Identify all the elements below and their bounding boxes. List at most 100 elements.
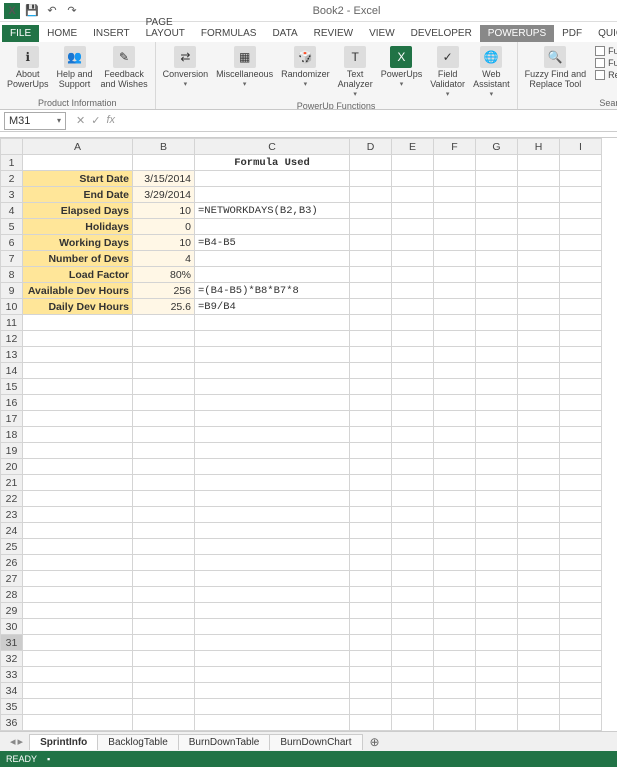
cell[interactable] [23, 523, 133, 539]
tab-data[interactable]: DATA [264, 25, 305, 42]
save-icon[interactable]: 💾 [24, 3, 40, 19]
sheet-tab-burndown-table[interactable]: BurnDownTable [178, 734, 271, 750]
cell[interactable] [133, 443, 195, 459]
cell[interactable] [392, 315, 434, 331]
cell[interactable] [560, 267, 602, 283]
cell[interactable] [392, 475, 434, 491]
cell[interactable] [350, 683, 392, 699]
cell[interactable] [195, 379, 350, 395]
cell[interactable] [476, 315, 518, 331]
text-analyzer-button[interactable]: TTextAnalyzer▾ [335, 44, 376, 100]
column-header-d[interactable]: D [350, 139, 392, 155]
cell[interactable] [392, 411, 434, 427]
cell[interactable] [133, 331, 195, 347]
cell[interactable] [392, 171, 434, 187]
fuzzy-vlookup-check[interactable]: Fuzzy VLOOKUP [595, 46, 617, 56]
row-header[interactable]: 6 [1, 235, 23, 251]
cell[interactable] [350, 155, 392, 171]
cell[interactable] [560, 283, 602, 299]
cell[interactable] [23, 539, 133, 555]
cell[interactable] [392, 715, 434, 731]
cell[interactable] [392, 491, 434, 507]
cell[interactable] [518, 443, 560, 459]
cell[interactable] [23, 555, 133, 571]
cell[interactable]: 10 [133, 235, 195, 251]
cell[interactable] [23, 475, 133, 491]
cell[interactable] [350, 427, 392, 443]
cell[interactable]: Working Days [23, 235, 133, 251]
cell[interactable] [195, 651, 350, 667]
cell[interactable] [195, 587, 350, 603]
cell[interactable] [133, 379, 195, 395]
cell[interactable] [195, 619, 350, 635]
cell[interactable] [560, 443, 602, 459]
tab-insert[interactable]: INSERT [85, 25, 138, 42]
cell[interactable] [23, 427, 133, 443]
cell[interactable] [560, 651, 602, 667]
cell[interactable]: =B9/B4 [195, 299, 350, 315]
cell[interactable] [392, 299, 434, 315]
cell[interactable] [518, 635, 560, 651]
cell[interactable] [476, 411, 518, 427]
cell[interactable] [195, 699, 350, 715]
cell[interactable] [518, 187, 560, 203]
column-header-i[interactable]: I [560, 139, 602, 155]
cell[interactable]: Number of Devs [23, 251, 133, 267]
chevron-down-icon[interactable]: ▾ [57, 116, 61, 125]
cell[interactable] [560, 699, 602, 715]
row-header[interactable]: 31 [1, 635, 23, 651]
cell[interactable] [518, 251, 560, 267]
cell[interactable] [350, 379, 392, 395]
cell[interactable] [350, 523, 392, 539]
cell[interactable] [350, 587, 392, 603]
cell[interactable] [23, 571, 133, 587]
row-header[interactable]: 16 [1, 395, 23, 411]
cell[interactable] [350, 395, 392, 411]
conversion-button[interactable]: ⇄Conversion▾ [160, 44, 212, 90]
cell[interactable] [518, 539, 560, 555]
cell[interactable] [518, 715, 560, 731]
cell[interactable] [23, 315, 133, 331]
cell[interactable] [560, 571, 602, 587]
cell[interactable] [133, 555, 195, 571]
row-header[interactable]: 3 [1, 187, 23, 203]
row-header[interactable]: 4 [1, 203, 23, 219]
cell[interactable] [133, 699, 195, 715]
select-all-corner[interactable] [1, 139, 23, 155]
cell[interactable] [518, 331, 560, 347]
cell[interactable] [434, 283, 476, 299]
cell[interactable] [133, 539, 195, 555]
cell[interactable] [560, 603, 602, 619]
cell[interactable] [195, 315, 350, 331]
cell[interactable] [518, 379, 560, 395]
about-powerups-button[interactable]: ℹAboutPowerUps [4, 44, 52, 92]
cell[interactable] [350, 651, 392, 667]
cell[interactable] [518, 155, 560, 171]
cell[interactable] [350, 635, 392, 651]
cell[interactable] [392, 507, 434, 523]
cell[interactable] [392, 667, 434, 683]
row-header[interactable]: 32 [1, 651, 23, 667]
cell[interactable]: 256 [133, 283, 195, 299]
cell[interactable] [476, 619, 518, 635]
cell[interactable] [392, 683, 434, 699]
cell[interactable] [195, 251, 350, 267]
cell[interactable]: 3/29/2014 [133, 187, 195, 203]
cell[interactable] [434, 267, 476, 283]
row-header[interactable]: 2 [1, 171, 23, 187]
cell[interactable]: 0 [133, 219, 195, 235]
row-header[interactable]: 19 [1, 443, 23, 459]
cell[interactable] [434, 427, 476, 443]
cell[interactable] [476, 603, 518, 619]
row-header[interactable]: 15 [1, 379, 23, 395]
cell[interactable]: 3/15/2014 [133, 171, 195, 187]
row-header[interactable]: 8 [1, 267, 23, 283]
cell[interactable] [195, 507, 350, 523]
cell[interactable] [560, 203, 602, 219]
cell[interactable] [476, 283, 518, 299]
cell[interactable] [195, 667, 350, 683]
cell[interactable] [560, 219, 602, 235]
cell[interactable] [434, 395, 476, 411]
cell[interactable] [434, 155, 476, 171]
column-header-c[interactable]: C [195, 139, 350, 155]
